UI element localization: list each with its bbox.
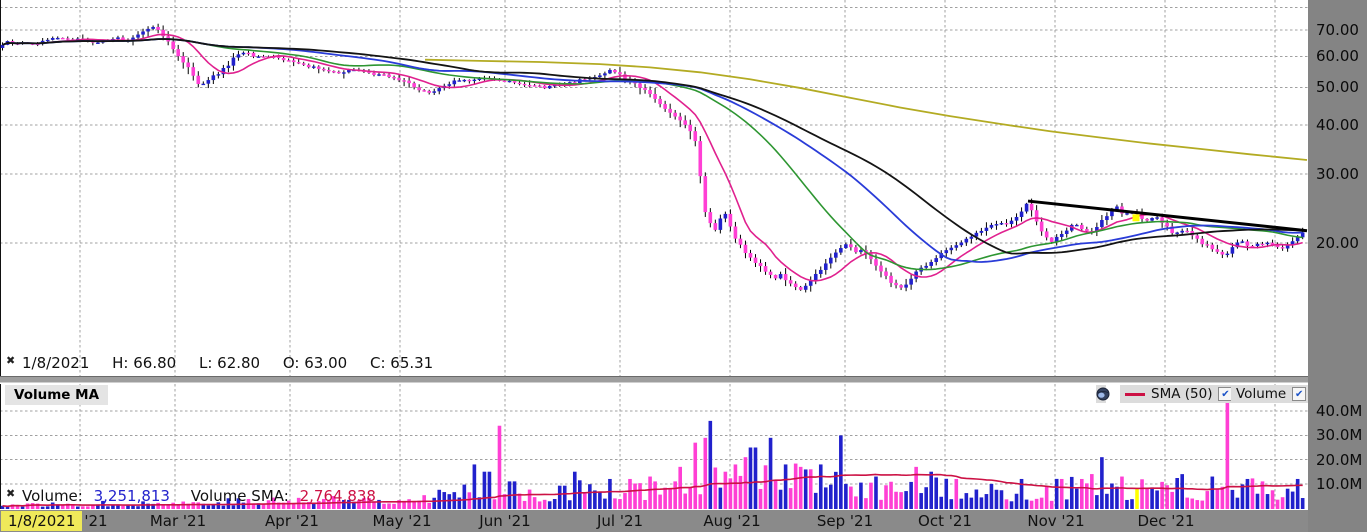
volume-axis-label: 10.0M [1316, 475, 1362, 493]
x-axis-label: Jul '21 [572, 510, 668, 532]
volume-readout: ✖ Volume: 3,251,813 Volume SMA: 2,764,83… [6, 487, 376, 505]
globe-icon[interactable] [1096, 385, 1106, 403]
volume-panel-title: Volume MA [5, 385, 108, 405]
price-axis-label: 50.00 [1316, 78, 1359, 96]
ohlc-high: H: 66.80 [112, 354, 176, 372]
x-axis-label: Jun '21 [457, 510, 553, 532]
close-icon[interactable]: ✖ [6, 487, 15, 500]
x-axis-label: Aug '21 [684, 510, 780, 532]
x-axis-label: Dec '21 [1118, 510, 1214, 532]
close-icon[interactable]: ✖ [6, 354, 15, 367]
volume-label: Volume: [22, 487, 83, 505]
y-axis[interactable]: 70.00 60.00 50.00 40.00 30.00 20.00 40.0M 30.0M… [1308, 0, 1367, 532]
x-axis-label: Oct '21 [897, 510, 993, 532]
x-axis[interactable]: 1/8/2021 '21Mar '21Apr '21May '21Jun '21… [0, 510, 1308, 532]
x-axis-label: Nov '21 [1008, 510, 1104, 532]
ohlc-low: L: 62.80 [199, 354, 260, 372]
ohlc-close: C: 65.31 [370, 354, 433, 372]
sma-legend-label: SMA (50) [1151, 386, 1212, 402]
ohlc-date: 1/8/2021 [22, 354, 89, 372]
stockchart-app: ✖ 1/8/2021 H: 66.80 L: 62.80 O: 63.00 C:… [0, 0, 1367, 532]
volume-value: 3,251,813 [94, 487, 170, 505]
volume-sma-label: Volume SMA: [191, 487, 289, 505]
ohlc-readout: ✖ 1/8/2021 H: 66.80 L: 62.80 O: 63.00 C:… [6, 354, 451, 372]
sma-line-swatch [1125, 393, 1145, 396]
volume-axis-label: 40.0M [1316, 402, 1362, 420]
price-axis-label: 30.00 [1316, 165, 1359, 183]
price-axis-label: 70.00 [1316, 21, 1359, 39]
volume-legend-label: Volume [1236, 386, 1286, 402]
price-axis-label: 60.00 [1316, 47, 1359, 65]
volume-sma-value: 2,764,838 [300, 487, 376, 505]
ohlc-open: O: 63.00 [283, 354, 347, 372]
price-axis-label: 20.00 [1316, 234, 1359, 252]
volume-axis-label: 30.0M [1316, 426, 1362, 444]
volume-checkbox[interactable]: ✔ [1292, 387, 1306, 401]
price-axis-label: 40.00 [1316, 116, 1359, 134]
x-axis-label: May '21 [354, 510, 450, 532]
volume-legend-item: Volume ✔ [1231, 385, 1311, 403]
globe-icon-glyph [1096, 387, 1110, 401]
volume-axis-label: 20.0M [1316, 451, 1362, 469]
x-axis-label: Apr '21 [244, 510, 340, 532]
x-axis-label: Sep '21 [797, 510, 893, 532]
sma-legend-item: SMA (50) ✔ [1120, 385, 1237, 403]
price-chart[interactable] [0, 0, 1308, 376]
panel-divider[interactable] [0, 376, 1367, 383]
x-axis-label: Mar '21 [130, 510, 226, 532]
